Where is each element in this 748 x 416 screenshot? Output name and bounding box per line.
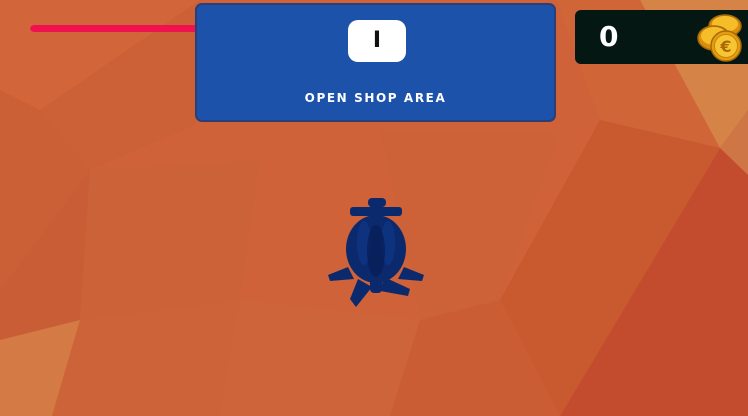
submarine-icon [328,198,424,307]
game-viewport: I OPEN SHOP AREA 0 € [0,0,748,416]
coin-counter-panel: 0 € [575,10,748,64]
player-health-fill [30,25,218,32]
shop-key-badge[interactable]: I [348,20,406,62]
euro-coin-stack-icon: € [697,14,742,62]
player-health-bar [30,25,218,32]
svg-text:€: € [719,37,731,56]
coin-count: 0 [599,20,619,53]
shop-prompt-panel[interactable]: I OPEN SHOP AREA [195,3,556,122]
shop-prompt-label: OPEN SHOP AREA [304,91,447,105]
